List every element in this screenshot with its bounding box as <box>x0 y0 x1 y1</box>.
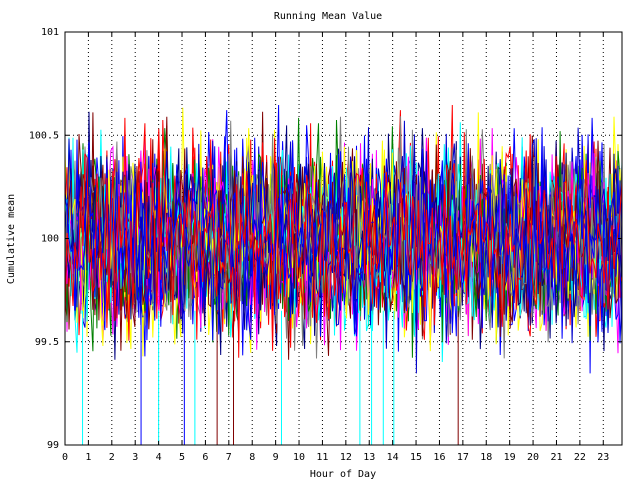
y-tick-label: 100.5 <box>29 130 59 141</box>
x-tick-label: 7 <box>226 452 232 463</box>
x-tick-label: 3 <box>132 452 138 463</box>
floor-drops <box>82 310 459 445</box>
x-tick-label: 15 <box>410 452 422 463</box>
x-tick-label: 6 <box>202 452 208 463</box>
x-tick-label: 20 <box>527 452 539 463</box>
y-tick-label: 99 <box>47 440 59 451</box>
x-tick-label: 19 <box>504 452 516 463</box>
x-tick-label: 9 <box>273 452 279 463</box>
x-tick-label: 18 <box>480 452 492 463</box>
x-tick-label: 21 <box>550 452 562 463</box>
x-tick-label: 22 <box>574 452 586 463</box>
x-tick-label: 13 <box>363 452 375 463</box>
x-tick-label: 16 <box>433 452 445 463</box>
x-tick-label: 8 <box>249 452 255 463</box>
x-tick-label: 10 <box>293 452 305 463</box>
x-tick-label: 2 <box>109 452 115 463</box>
x-tick-label: 1 <box>85 452 91 463</box>
x-tick-label: 12 <box>340 452 352 463</box>
series-lines <box>64 104 623 374</box>
chart-title: Running Mean Value <box>274 11 382 22</box>
x-tick-label: 23 <box>597 452 609 463</box>
x-axis-label: Hour of Day <box>310 469 376 480</box>
y-tick-label: 99.5 <box>35 337 59 348</box>
x-tick-label: 4 <box>156 452 162 463</box>
running-mean-chart: Running Mean Value Hour of Day Cumulativ… <box>6 11 623 480</box>
y-tick-label: 101 <box>41 27 59 38</box>
y-tick-label: 100 <box>41 234 59 245</box>
x-tick-label: 14 <box>387 452 399 463</box>
x-tick-label: 5 <box>179 452 185 463</box>
x-tick-label: 11 <box>316 452 328 463</box>
y-axis-label: Cumulative mean <box>6 194 17 284</box>
x-tick-label: 17 <box>457 452 469 463</box>
x-tick-label: 0 <box>62 452 68 463</box>
